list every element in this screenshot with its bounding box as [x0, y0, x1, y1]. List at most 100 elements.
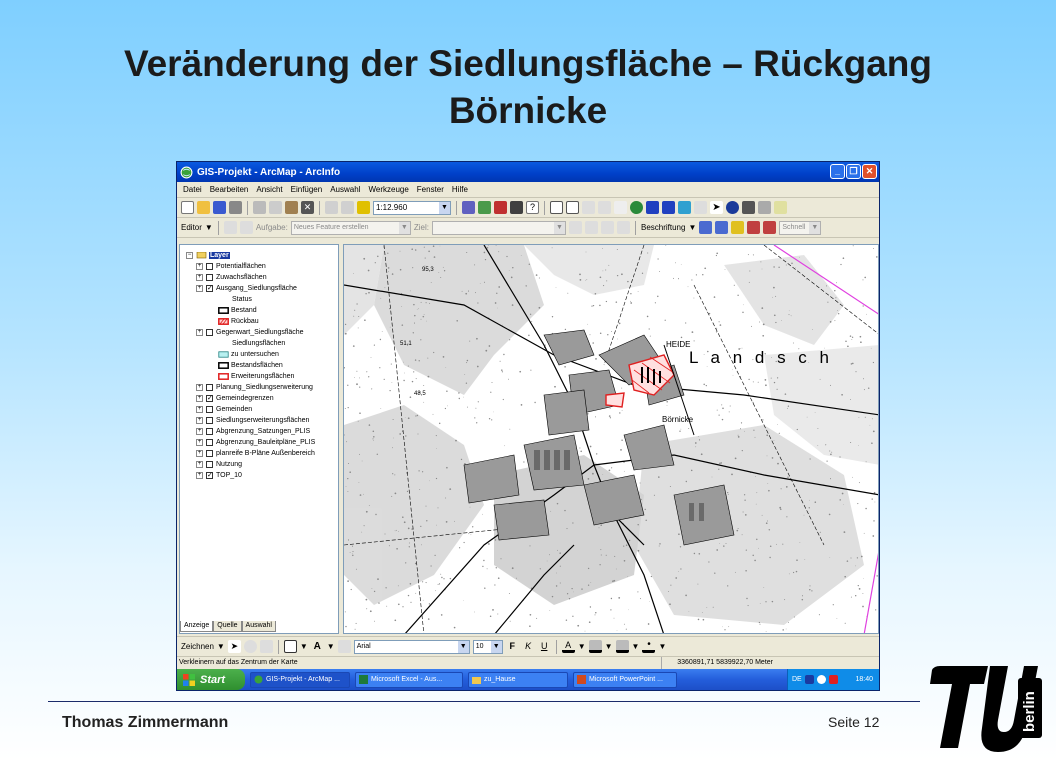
expand-icon[interactable]: +	[196, 417, 203, 424]
full-extent-icon[interactable]	[630, 201, 643, 214]
label-manager-icon[interactable]	[699, 221, 713, 234]
fixed-zoom-in-icon[interactable]	[582, 201, 595, 214]
bold-icon[interactable]: F	[506, 640, 519, 653]
chevron-down-icon[interactable]: ▼	[327, 642, 335, 651]
pointer-icon[interactable]: ➤	[710, 201, 723, 214]
menu-datei[interactable]: Datei	[183, 185, 202, 194]
save-icon[interactable]	[213, 201, 226, 214]
layer-checkbox[interactable]	[206, 329, 213, 336]
start-button[interactable]: Start	[177, 669, 245, 690]
expand-icon[interactable]: +	[196, 428, 203, 435]
identify-icon[interactable]	[726, 201, 739, 214]
toc-layer-item[interactable]: + Gemeinden	[196, 404, 252, 415]
collapse-icon[interactable]: −	[186, 252, 193, 259]
chevron-down-icon[interactable]: ▼	[300, 642, 308, 651]
sketch-tool-icon[interactable]	[239, 221, 253, 234]
tab-quelle[interactable]: Quelle	[213, 621, 242, 632]
task-excel[interactable]: Microsoft Excel - Aus...	[355, 671, 463, 688]
split-tool-icon[interactable]	[568, 221, 582, 234]
paste-icon[interactable]	[285, 201, 298, 214]
zoom-in-icon[interactable]	[550, 201, 563, 214]
window-titlebar[interactable]: GIS-Projekt - ArcMap - ArcInfo _ ❐ ✕	[177, 162, 879, 182]
menu-werkzeuge[interactable]: Werkzeuge	[368, 185, 408, 194]
select-features-icon[interactable]	[678, 201, 691, 214]
antivirus-icon[interactable]	[828, 675, 838, 684]
clear-selection-icon[interactable]	[694, 201, 707, 214]
layer-checkbox[interactable]: ✓	[206, 472, 213, 479]
task-dropdown[interactable]: Neues Feature erstellen ▼	[290, 220, 411, 235]
layer-checkbox[interactable]: ✓	[206, 395, 213, 402]
chevron-down-icon[interactable]: ▼	[398, 221, 410, 234]
toolbox-icon[interactable]	[494, 201, 507, 214]
toc-layer-item[interactable]: + Abgrenzung_Bauleitpläne_PLIS	[196, 437, 315, 448]
toc-layer-item[interactable]: + Siedlungserweiterungsflächen	[196, 415, 309, 426]
new-document-icon[interactable]	[181, 201, 194, 214]
toc-layer-item[interactable]: + Nutzung	[196, 459, 242, 470]
underline-icon[interactable]: U	[538, 640, 551, 653]
toc-layer-item[interactable]: + Planung_Siedlungserweiterung	[196, 382, 313, 393]
chevron-down-icon[interactable]: ▼	[217, 642, 225, 651]
editor-menu[interactable]: Editor	[181, 223, 202, 232]
expand-icon[interactable]: +	[196, 450, 203, 457]
target-dropdown[interactable]: ▼	[431, 220, 566, 235]
expand-icon[interactable]: +	[196, 472, 203, 479]
expand-icon[interactable]: +	[196, 395, 203, 402]
layer-checkbox[interactable]	[206, 384, 213, 391]
task-folder[interactable]: zu_Hause	[468, 671, 568, 688]
delete-icon[interactable]: ✕	[301, 201, 314, 214]
expand-icon[interactable]: +	[196, 461, 203, 468]
lock-labels-icon[interactable]	[747, 221, 761, 234]
toc-layer-item[interactable]: + Zuwachsflächen	[196, 272, 267, 283]
view-unplaced-icon[interactable]	[763, 221, 777, 234]
redo-icon[interactable]	[341, 201, 354, 214]
open-folder-icon[interactable]	[197, 201, 210, 214]
zoom-out-icon[interactable]	[566, 201, 579, 214]
forward-icon[interactable]	[662, 201, 675, 214]
layer-checkbox[interactable]	[206, 417, 213, 424]
map-canvas[interactable]: L a n d s c h Börnicke HEIDE 95,3 51,1 4…	[344, 245, 879, 634]
toc-layer-item[interactable]: + ✓ Ausgang_Siedlungsfläche	[196, 283, 297, 294]
command-line-icon[interactable]	[510, 201, 523, 214]
layer-checkbox[interactable]	[206, 274, 213, 281]
toc-layer-item[interactable]: + ✓ Gemeindegrenzen	[196, 393, 274, 404]
hyperlink-icon[interactable]	[774, 201, 787, 214]
add-data-icon[interactable]	[357, 201, 370, 214]
rotate-icon[interactable]	[243, 640, 257, 653]
labeling-menu[interactable]: Beschriftung	[641, 223, 685, 232]
layer-checkbox[interactable]: ✓	[206, 285, 213, 292]
expand-icon[interactable]: +	[196, 285, 203, 292]
editor-toolbar-icon[interactable]	[462, 201, 475, 214]
select-elements-icon[interactable]: ➤	[227, 640, 241, 653]
expand-icon[interactable]: +	[196, 384, 203, 391]
expand-icon[interactable]: +	[196, 406, 203, 413]
chevron-down-icon[interactable]: ▼	[205, 223, 213, 232]
sketch-properties-icon[interactable]	[616, 221, 630, 234]
chevron-down-icon[interactable]: ▼	[439, 201, 450, 214]
toc-layer-item[interactable]: + Potentialflächen	[196, 261, 266, 272]
fixed-zoom-out-icon[interactable]	[598, 201, 611, 214]
label-weights-icon[interactable]	[731, 221, 745, 234]
expand-icon[interactable]: +	[196, 439, 203, 446]
rotate-tool-icon[interactable]	[584, 221, 598, 234]
back-icon[interactable]	[646, 201, 659, 214]
chevron-down-icon[interactable]: ▼	[553, 221, 565, 234]
layer-checkbox[interactable]	[206, 450, 213, 457]
undo-icon[interactable]	[325, 201, 338, 214]
font-dropdown[interactable]: Arial ▼	[353, 639, 470, 654]
help-icon[interactable]: ?	[526, 201, 539, 214]
print-icon[interactable]	[229, 201, 242, 214]
layer-checkbox[interactable]	[206, 439, 213, 446]
cut-icon[interactable]	[253, 201, 266, 214]
font-size-dropdown[interactable]: 10 ▼	[472, 639, 503, 654]
toc-layer-item[interactable]: + Abgrenzung_Satzungen_PLIS	[196, 426, 310, 437]
layer-checkbox[interactable]	[206, 428, 213, 435]
text-tool-icon[interactable]: A	[311, 640, 324, 653]
catalog-icon[interactable]	[478, 201, 491, 214]
task-powerpoint[interactable]: Microsoft PowerPoint ...	[573, 671, 677, 688]
layer-checkbox[interactable]	[206, 263, 213, 270]
chevron-down-icon[interactable]: ▼	[809, 221, 821, 234]
attributes-icon[interactable]	[600, 221, 614, 234]
chevron-down-icon[interactable]: ▼	[658, 642, 666, 651]
find-icon[interactable]	[742, 201, 755, 214]
menu-ansicht[interactable]: Ansicht	[256, 185, 282, 194]
